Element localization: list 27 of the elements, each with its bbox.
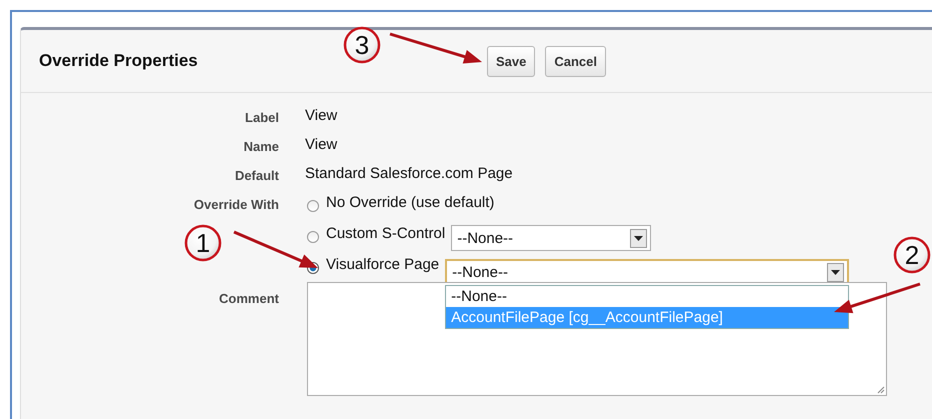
field-label: Default (234, 167, 279, 183)
callout-circle (894, 236, 930, 274)
action-button[interactable]: Cancel (545, 46, 606, 76)
field-value: View (305, 107, 338, 124)
field-label: Comment (218, 290, 279, 306)
caret-icon (827, 262, 844, 282)
field-label: Name (242, 138, 279, 154)
callout-number: 2 (904, 240, 920, 270)
action-button[interactable]: Save (487, 46, 536, 76)
dropdown[interactable]: --None-- (451, 225, 652, 251)
resize-grip-icon (877, 386, 885, 394)
field-value: Standard Salesforce.com Page (305, 165, 513, 182)
callout-number: 3 (354, 30, 370, 60)
caret-icon (630, 228, 648, 248)
radio-label: Visualforce Page (326, 256, 440, 273)
radio-label: Custom S-Control (326, 225, 446, 242)
callout-circle (344, 26, 380, 64)
radio-label: No Override (use default) (326, 194, 494, 211)
field-label: Label (244, 109, 279, 125)
panel-title: Override Properties (39, 51, 199, 71)
radio-button[interactable] (307, 231, 319, 243)
dropdown-option[interactable]: --None-- (446, 286, 848, 307)
field-value: View (305, 136, 338, 153)
callout-number: 1 (196, 228, 210, 258)
radio-button[interactable] (307, 200, 319, 212)
field-label: Override With (192, 196, 279, 212)
callout-circle (184, 224, 222, 262)
